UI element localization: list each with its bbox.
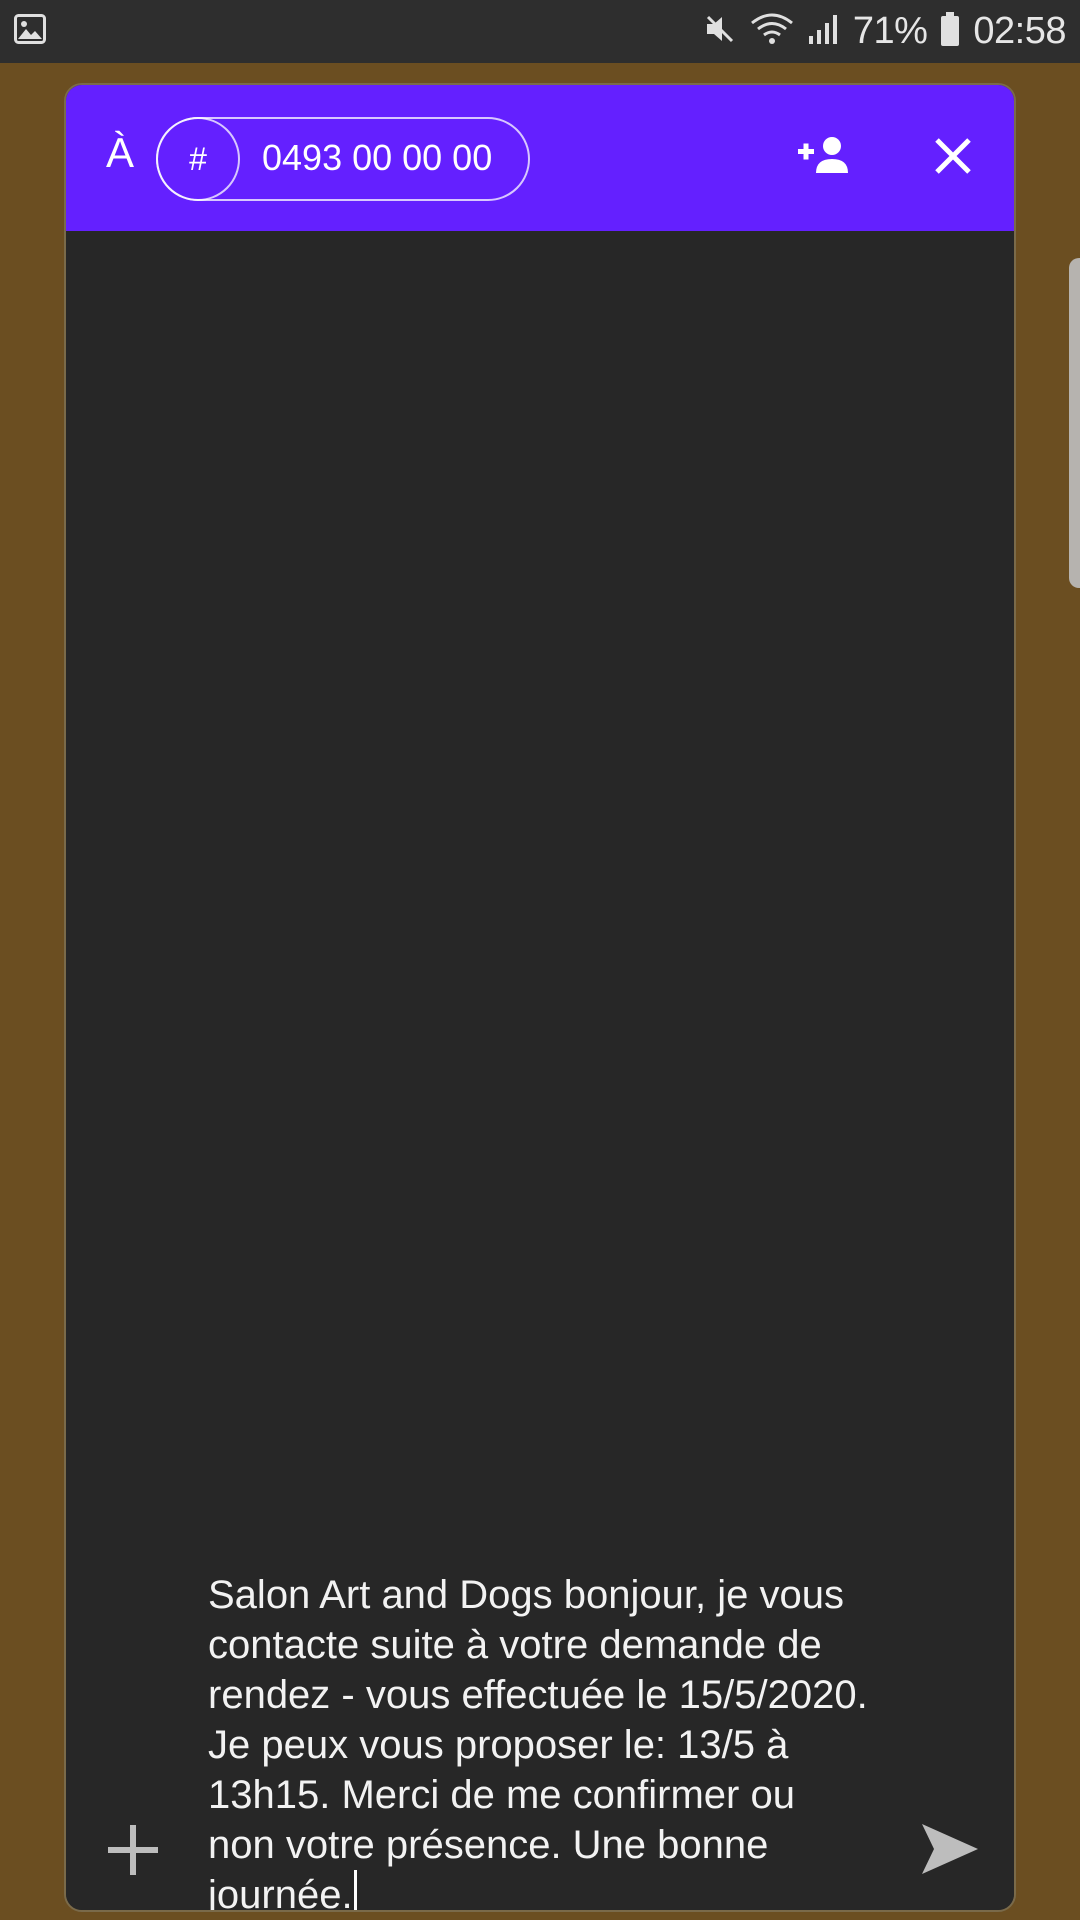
attach-button[interactable]: [104, 1823, 162, 1881]
recipient-number: 0493 00 00 00: [262, 137, 493, 178]
conversation-area: [66, 231, 1014, 1543]
chip-hash-icon: #: [156, 117, 240, 201]
send-button[interactable]: [918, 1819, 982, 1883]
message-input[interactable]: Salon Art and Dogs bonjour, je vous cont…: [208, 1570, 868, 1910]
message-composer: Salon Art and Dogs bonjour, je vous cont…: [66, 1543, 1014, 1910]
close-icon: [933, 136, 973, 181]
clock: 02:58: [973, 10, 1066, 52]
gallery-icon: [14, 14, 46, 44]
status-icons: 71% 02:58: [703, 0, 1066, 63]
chip-hash-text: #: [189, 140, 207, 177]
compose-message-card: À # 0493 00 00 00 Salon Art and Dogs bon…: [64, 83, 1016, 1912]
close-button[interactable]: [922, 127, 984, 189]
to-label: À: [106, 129, 135, 176]
text-cursor: [353, 1870, 357, 1910]
send-icon: [920, 1822, 980, 1881]
attach-plus-icon: [106, 1823, 160, 1882]
mute-icon: [703, 12, 737, 51]
battery-percent: 71%: [852, 10, 928, 52]
wifi-icon: [749, 12, 795, 51]
status-bar: 71% 02:58: [0, 0, 1080, 63]
recipient-header: À # 0493 00 00 00: [66, 85, 1014, 231]
recipient-chip[interactable]: # 0493 00 00 00: [156, 117, 530, 201]
add-contact-icon: [798, 135, 854, 180]
signal-icon: [807, 12, 841, 51]
edge-panel-handle[interactable]: [1069, 258, 1080, 588]
add-contact-button[interactable]: [792, 125, 860, 189]
message-text: Salon Art and Dogs bonjour, je vous cont…: [208, 1573, 879, 1912]
battery-icon: [939, 11, 961, 52]
